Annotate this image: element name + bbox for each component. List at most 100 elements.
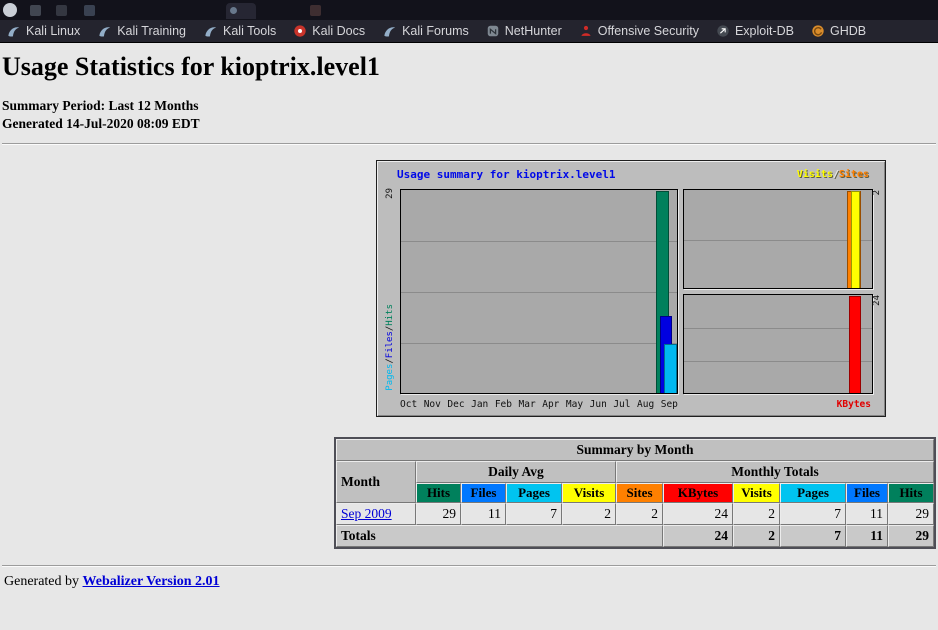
bookmark-ghdb[interactable]: GHDB [811, 24, 866, 38]
month-label: Apr [542, 399, 559, 410]
month-label: Jun [590, 399, 607, 410]
totals-cell: 11 [846, 525, 888, 547]
bookmark-label: Kali Linux [26, 24, 80, 38]
bookmark-label: Kali Forums [402, 24, 469, 38]
bookmark-label: Kali Tools [223, 24, 276, 38]
chart-legend: Visits/Sites [797, 169, 869, 180]
right-bottom-axis-max: 24 [872, 295, 882, 306]
kali-dragon-icon [382, 24, 397, 39]
gridline [684, 361, 872, 362]
visits-sites-plot [683, 189, 873, 289]
exploit-db-icon [716, 24, 730, 38]
gridline [684, 328, 872, 329]
kbytes-axis-label: KBytes [837, 399, 871, 410]
browser-tab[interactable] [226, 3, 256, 19]
month-label: May [566, 399, 583, 410]
month-axis: Oct Nov Dec Jan Feb Mar Apr May Jun Jul … [400, 399, 678, 410]
col-header-pages: Pages [780, 483, 846, 503]
browser-button-icon[interactable] [30, 5, 41, 16]
kali-dragon-icon [6, 24, 21, 39]
data-cell: 7 [506, 503, 562, 525]
month-label: Jul [613, 399, 630, 410]
col-header-kbytes: KBytes [663, 483, 733, 503]
browser-button-icon[interactable] [56, 5, 67, 16]
data-cell: 2 [616, 503, 663, 525]
col-header-pages: Pages [506, 483, 562, 503]
bookmark-label: Kali Docs [312, 24, 365, 38]
gridline [684, 240, 872, 241]
footer: Generated by Webalizer Version 2.01 [4, 574, 936, 590]
app-logo-icon[interactable] [3, 3, 17, 17]
bookmarks-bar: Kali Linux Kali Training Kali Tools Kali… [0, 20, 938, 43]
data-cell: 2 [562, 503, 616, 525]
bookmark-kali-docs[interactable]: Kali Docs [293, 24, 365, 38]
bookmark-nethunter[interactable]: NetHunter [486, 24, 562, 38]
totals-cell: 29 [888, 525, 934, 547]
kali-dragon-icon [203, 24, 218, 39]
totals-cell: 24 [663, 525, 733, 547]
data-cell: 2 [733, 503, 780, 525]
bookmark-exploit-db[interactable]: Exploit-DB [716, 24, 794, 38]
axis-label-hits: Hits [385, 304, 395, 326]
month-label: Feb [495, 399, 512, 410]
page-content: Usage Statistics for kioptrix.level1 Sum… [0, 52, 938, 590]
totals-label: Totals [336, 525, 663, 547]
month-label: Nov [424, 399, 441, 410]
data-cell: 29 [888, 503, 934, 525]
bookmark-label: Kali Training [117, 24, 186, 38]
kali-dragon-icon [97, 24, 112, 39]
offensive-security-icon [579, 24, 593, 38]
axis-label-pages: Pages [385, 364, 395, 391]
data-cell: 29 [416, 503, 461, 525]
kbytes-plot [683, 294, 873, 394]
bookmark-label: Exploit-DB [735, 24, 794, 38]
bookmark-label: GHDB [830, 24, 866, 38]
footer-text: Generated by [4, 574, 79, 589]
col-header-files: Files [461, 483, 506, 503]
left-axis-max: 29 [385, 188, 395, 199]
col-header-visits: Visits [733, 483, 780, 503]
totals-cell: 7 [780, 525, 846, 547]
pages-bar [664, 344, 677, 393]
kbytes-bar [849, 296, 861, 393]
table-title: Summary by Month [336, 439, 934, 461]
month-cell: Sep 2009 [336, 503, 416, 525]
bookmark-kali-tools[interactable]: Kali Tools [203, 24, 276, 39]
bookmark-kali-forums[interactable]: Kali Forums [382, 24, 469, 39]
summary-period: Summary Period: Last 12 Months [2, 97, 936, 115]
divider [2, 143, 936, 145]
month-label: Oct [400, 399, 417, 410]
left-axis-label: Pages/Files/Hits [385, 304, 395, 391]
bookmark-offensive-security[interactable]: Offensive Security [579, 24, 699, 38]
browser-button-icon[interactable] [310, 5, 321, 16]
col-header-files: Files [846, 483, 888, 503]
table-row: Sep 2009 29 11 7 2 2 24 2 7 11 29 [336, 503, 934, 525]
gridline [401, 343, 677, 344]
month-link[interactable]: Sep 2009 [341, 506, 392, 521]
generated-date: Generated 14-Jul-2020 08:09 EDT [2, 115, 936, 133]
col-header-hits: Hits [888, 483, 934, 503]
month-label: Aug [637, 399, 654, 410]
data-cell: 7 [780, 503, 846, 525]
month-column-header: Month [336, 461, 416, 503]
legend-visits: Visits [797, 169, 833, 180]
right-top-axis-max: 2 [872, 190, 882, 195]
monthly-totals-header: Monthly Totals [616, 461, 934, 483]
gridline [401, 292, 677, 293]
col-header-sites: Sites [616, 483, 663, 503]
summary-by-month-table: Summary by Month Month Daily Avg Monthly… [334, 437, 936, 549]
page-title: Usage Statistics for kioptrix.level1 [2, 52, 936, 82]
col-header-hits: Hits [416, 483, 461, 503]
month-label: Dec [447, 399, 464, 410]
month-label: Sep [661, 399, 678, 410]
divider [2, 565, 936, 567]
daily-avg-header: Daily Avg [416, 461, 616, 483]
visits-bar [851, 191, 860, 288]
bookmark-kali-training[interactable]: Kali Training [97, 24, 186, 39]
totals-cell: 2 [733, 525, 780, 547]
hits-files-pages-plot [400, 189, 678, 394]
col-header-visits: Visits [562, 483, 616, 503]
webalizer-link[interactable]: Webalizer Version 2.01 [83, 574, 220, 589]
bookmark-kali-linux[interactable]: Kali Linux [6, 24, 80, 39]
browser-button-icon[interactable] [84, 5, 95, 16]
